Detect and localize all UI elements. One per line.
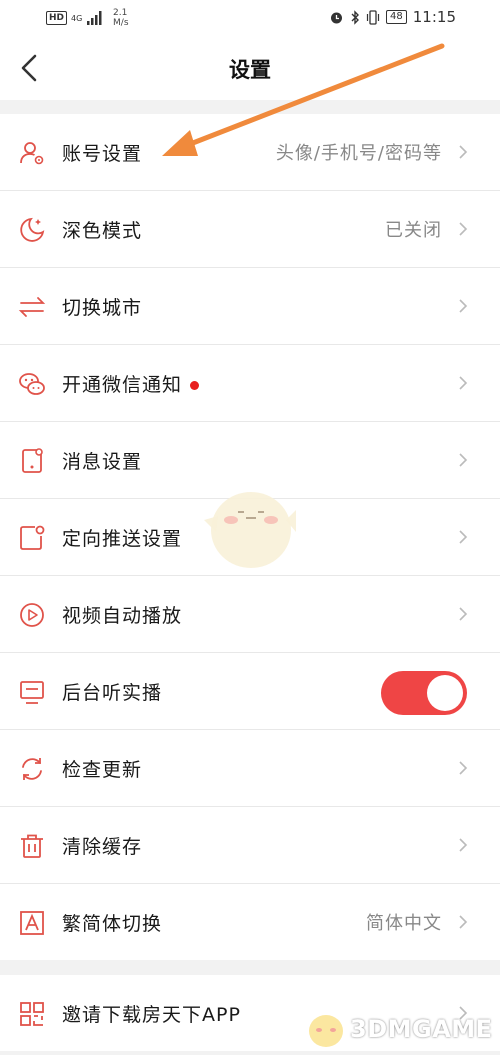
chevron-right-icon (459, 761, 468, 775)
settings-row-dark-mode[interactable]: 深色模式 已关闭 (0, 191, 500, 268)
settings-label-switch-city: 切换城市 (62, 296, 143, 319)
chevron-right-icon (459, 453, 468, 467)
play-icon (20, 603, 44, 627)
chevron-right-icon (459, 607, 468, 621)
settings-label-traditional-simplified: 繁简体切换 (62, 912, 163, 935)
settings-row-message-settings[interactable]: 消息设置 (0, 422, 500, 499)
settings-row-clear-cache[interactable]: 清除缓存 (0, 807, 500, 884)
settings-label-dark-mode: 深色模式 (62, 219, 143, 242)
settings-label-invite-download: 邀请下载房天下APP (62, 1003, 241, 1026)
network-speed: 2.1 M/s (113, 8, 129, 28)
chevron-right-icon (459, 915, 468, 929)
red-dot-badge (190, 380, 200, 390)
clock: 11:15 (412, 8, 456, 26)
settings-row-invite-download[interactable]: 邀请下载房天下APP (0, 975, 500, 1051)
trash-icon (21, 834, 43, 858)
status-bar: HD 4G 2.1 M/s 48 11:15 (0, 0, 500, 36)
alarm-icon (331, 12, 343, 23)
phone-notification-icon (22, 448, 43, 473)
settings-label-message-settings: 消息设置 (62, 450, 143, 473)
swap-arrows-icon (18, 297, 46, 317)
settings-label-clear-cache: 清除缓存 (62, 835, 143, 858)
toggle-knob (427, 675, 463, 711)
settings-value-account: 头像/手机号/密码等 (275, 143, 442, 164)
speed-value: 2.1 (113, 8, 128, 18)
settings-row-background-listen: 后台听实播 (0, 653, 500, 730)
chevron-right-icon (459, 530, 468, 544)
user-gear-icon (20, 142, 44, 165)
letter-a-icon (20, 911, 44, 935)
settings-label-autoplay-video: 视频自动播放 (62, 604, 183, 627)
chevron-right-icon (459, 838, 468, 852)
settings-row-account[interactable]: 账号设置 头像/手机号/密码等 (0, 114, 500, 191)
signal-icon (87, 11, 102, 25)
monitor-icon (20, 681, 44, 704)
settings-row-wechat-notify[interactable]: 开通微信通知 (0, 345, 500, 422)
refresh-icon (22, 758, 42, 780)
battery-indicator: 48 (386, 10, 407, 24)
navigation-bar: 设置 (0, 36, 500, 100)
settings-list-secondary: 邀请下载房天下APP (0, 975, 500, 1051)
wechat-icon (19, 373, 45, 395)
settings-value-traditional-simplified: 简体中文 (366, 913, 442, 934)
page-title: 设置 (229, 58, 271, 82)
chevron-right-icon (459, 376, 468, 390)
speed-unit: M/s (113, 18, 129, 28)
network-type: 4G (71, 13, 83, 23)
vibrate-icon (366, 9, 380, 25)
chevron-right-icon (459, 299, 468, 313)
settings-row-switch-city[interactable]: 切换城市 (0, 268, 500, 345)
settings-row-push-settings[interactable]: 定向推送设置 (0, 499, 500, 576)
settings-list: 账号设置 头像/手机号/密码等 深色模式 已关闭 切换城市 开通微信通知 消息设… (0, 114, 500, 960)
settings-label-account: 账号设置 (62, 142, 143, 165)
settings-label-wechat-notify: 开通微信通知 (62, 370, 200, 397)
moon-icon (20, 217, 45, 242)
background-listen-toggle[interactable] (381, 671, 467, 715)
targeted-push-icon (20, 525, 45, 550)
bluetooth-icon (351, 9, 360, 25)
settings-label-background-listen: 后台听实播 (62, 681, 163, 704)
settings-label-check-update: 检查更新 (62, 758, 143, 781)
settings-row-check-update[interactable]: 检查更新 (0, 730, 500, 807)
settings-value-dark-mode: 已关闭 (385, 220, 442, 241)
chevron-right-icon (459, 222, 468, 236)
chevron-right-icon (459, 145, 468, 159)
qr-code-icon (20, 1002, 44, 1026)
settings-label-push-settings: 定向推送设置 (62, 527, 183, 550)
settings-row-autoplay-video[interactable]: 视频自动播放 (0, 576, 500, 653)
chevron-right-icon (459, 1006, 468, 1020)
hd-badge: HD (46, 11, 68, 25)
settings-row-traditional-simplified[interactable]: 繁简体切换 简体中文 (0, 884, 500, 960)
wechat-notify-text: 开通微信通知 (62, 373, 183, 396)
